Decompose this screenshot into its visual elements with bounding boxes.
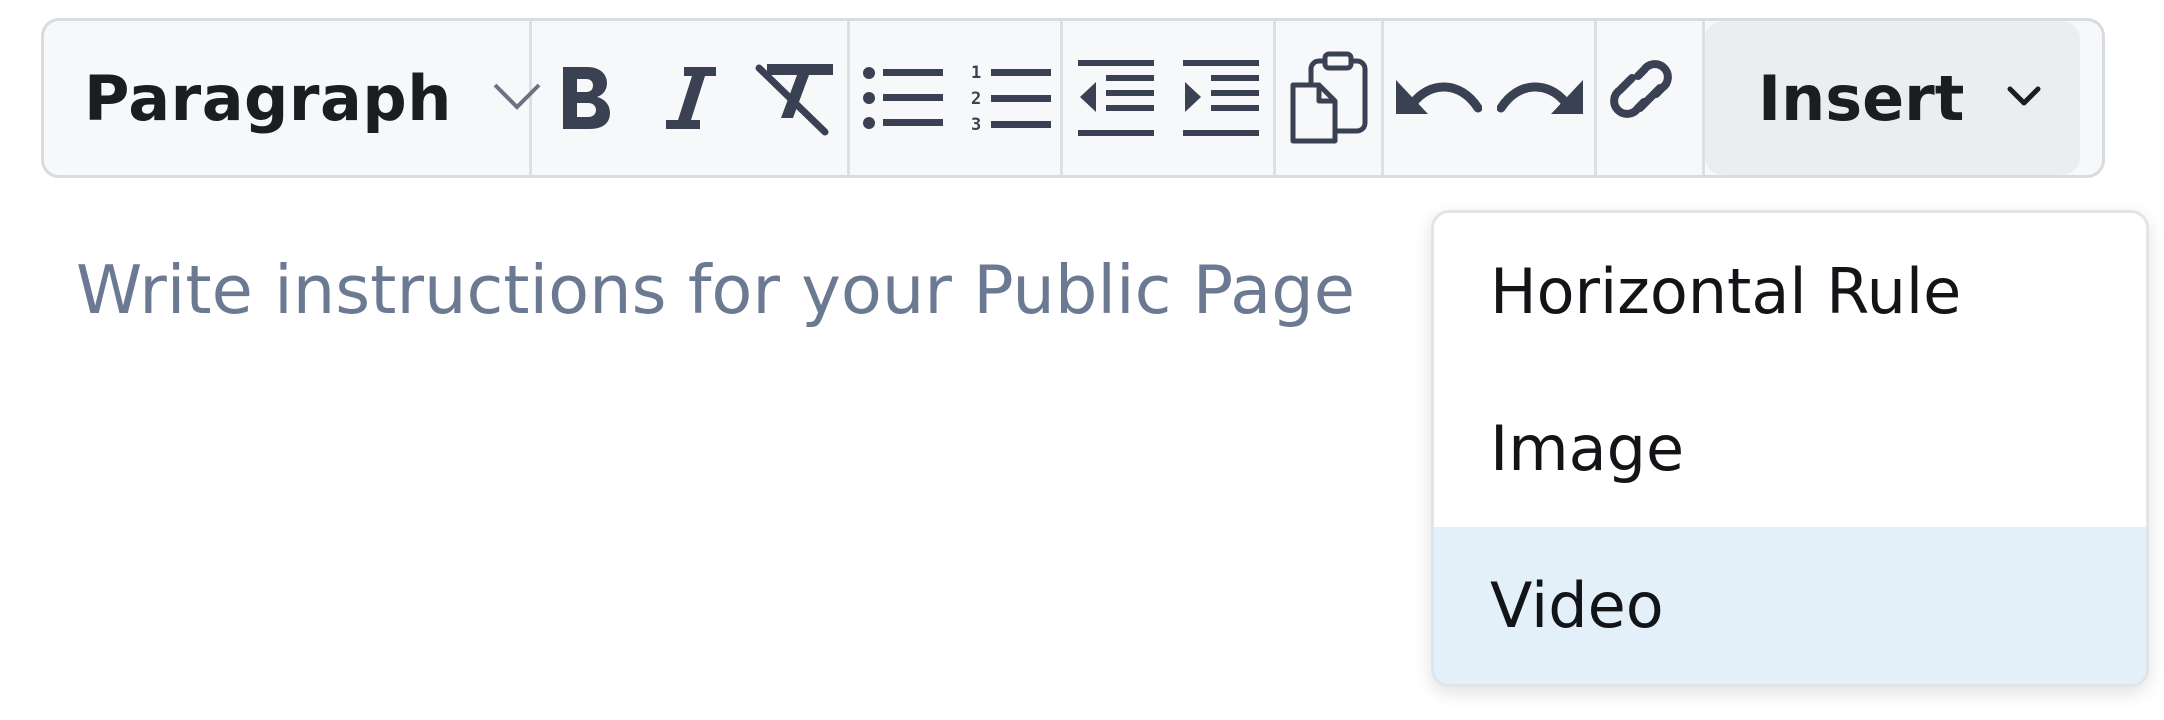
redo-icon: [1496, 68, 1587, 128]
block-format-label: Paragraph: [84, 61, 452, 135]
redo-button[interactable]: [1489, 21, 1594, 175]
chevron-down-icon: [2006, 84, 2042, 112]
bullet-list-icon: [861, 63, 945, 133]
insert-label: Insert: [1758, 61, 1965, 135]
numbered-list-icon: 1 2 3: [963, 60, 1053, 136]
clear-format-icon: [753, 60, 837, 136]
indent-button[interactable]: [1168, 21, 1273, 175]
link-button[interactable]: [1597, 21, 1702, 175]
svg-text:3: 3: [971, 115, 981, 135]
indent-icon: [1181, 58, 1261, 138]
block-format-select[interactable]: Paragraph: [44, 21, 541, 175]
link-group: [1597, 21, 1705, 175]
numbered-list-button[interactable]: 1 2 3: [955, 21, 1060, 175]
list-group: 1 2 3: [850, 21, 1063, 175]
undo-icon: [1392, 68, 1482, 128]
indent-group: [1063, 21, 1276, 175]
insert-dropdown-button[interactable]: Insert: [1705, 21, 2080, 175]
bullet-list-button[interactable]: [850, 21, 955, 175]
bold-button[interactable]: [532, 21, 637, 175]
editor-placeholder: Write instructions for your Public Page: [76, 251, 1355, 329]
clear-formatting-button[interactable]: [742, 21, 847, 175]
menu-item-image[interactable]: Image: [1434, 370, 2146, 527]
link-icon: [1608, 56, 1692, 140]
undo-button[interactable]: [1384, 21, 1489, 175]
italic-icon: [660, 63, 720, 133]
format-group: [532, 21, 850, 175]
history-group: [1384, 21, 1597, 175]
paste-icon: [1289, 51, 1369, 145]
menu-item-label: Image: [1490, 412, 1685, 485]
clipboard-group: [1276, 21, 1384, 175]
paste-button[interactable]: [1276, 21, 1381, 175]
menu-item-video[interactable]: Video: [1434, 527, 2146, 684]
menu-item-label: Video: [1490, 569, 1664, 642]
menu-item-label: Horizontal Rule: [1490, 255, 1962, 328]
insert-menu: Horizontal Rule Image Video: [1431, 210, 2149, 687]
editor-toolbar: Paragraph 1 2 3 Insert: [41, 18, 2105, 178]
svg-text:2: 2: [971, 89, 981, 109]
menu-item-horizontal-rule[interactable]: Horizontal Rule: [1434, 213, 2146, 370]
italic-button[interactable]: [637, 21, 742, 175]
outdent-button[interactable]: [1063, 21, 1168, 175]
outdent-icon: [1076, 58, 1156, 138]
svg-text:1: 1: [971, 63, 981, 83]
editor-content-area[interactable]: Write instructions for your Public Page: [76, 240, 1416, 340]
bold-icon: [555, 63, 615, 133]
